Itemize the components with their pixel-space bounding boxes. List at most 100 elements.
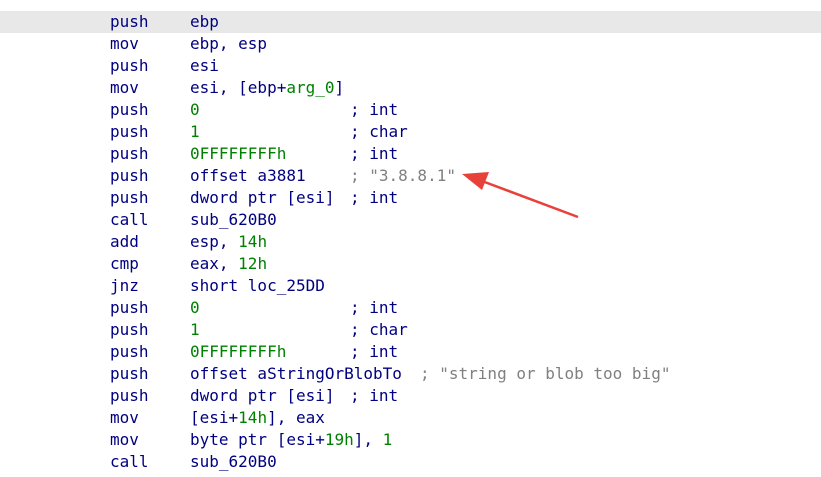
mnemonic: mov: [110, 78, 139, 97]
mnemonic: add: [110, 232, 139, 251]
code-line[interactable]: call sub_620B0: [0, 209, 821, 231]
type-comment: ; int: [350, 188, 399, 207]
operands: 0FFFFFFFFh: [190, 143, 286, 165]
operand-number: 1: [190, 122, 200, 141]
mnemonic: cmp: [110, 254, 139, 273]
type-comment: ; int: [350, 100, 399, 119]
operand-number: 0: [190, 298, 200, 317]
mnemonic: push: [110, 144, 149, 163]
mnemonic: push: [110, 56, 149, 75]
type-comment: ; int: [350, 144, 399, 163]
type-comment: ; int: [350, 342, 399, 361]
operands: byte ptr [esi+19h], 1: [190, 429, 392, 451]
type-comment: ; int: [350, 386, 399, 405]
operand-text: eax,: [190, 254, 239, 273]
mnemonic: mov: [110, 34, 139, 53]
operand-number: 14h: [238, 408, 268, 427]
mnemonic: mov: [110, 430, 139, 449]
operands: offset a3881: [190, 165, 306, 187]
operand-number: 12h: [238, 254, 268, 273]
operand-number: 0FFFFFFFFh: [190, 342, 287, 361]
code-line[interactable]: jnz short loc_25DD: [0, 275, 821, 297]
mnemonic: jnz: [110, 276, 139, 295]
operands: dword ptr [esi]: [190, 187, 335, 209]
operands: esp, 14h: [190, 231, 267, 253]
code-line[interactable]: push offset a3881 ; "3.8.8.1": [0, 165, 821, 187]
type-comment: ; char: [350, 320, 408, 339]
operand-number: 1: [190, 320, 200, 339]
mnemonic: call: [110, 452, 149, 471]
operand-text: ], eax: [267, 408, 325, 427]
type-comment: ; char: [350, 122, 408, 141]
operands: ebp: [190, 11, 219, 33]
operand-text: sub_620B0: [190, 210, 277, 229]
code-line[interactable]: push esi: [0, 55, 821, 77]
mnemonic: push: [110, 320, 149, 339]
operand-text: short loc_25DD: [190, 276, 325, 295]
operands: dword ptr [esi]: [190, 385, 335, 407]
operand-number: 14h: [238, 232, 268, 251]
code-line[interactable]: push 0FFFFFFFFh ; int: [0, 341, 821, 363]
operand-text: esi: [190, 56, 219, 75]
operands: [esi+14h], eax: [190, 407, 325, 429]
operand-number: 1: [382, 430, 393, 449]
mnemonic: push: [110, 342, 149, 361]
type-comment: ; int: [350, 298, 399, 317]
operands: 0: [190, 297, 200, 319]
string-comment: ; "3.8.8.1": [350, 166, 456, 185]
code-line[interactable]: mov esi, [ebp+arg_0]: [0, 77, 821, 99]
operands: 1: [190, 121, 200, 143]
code-line[interactable]: call sub_620B0: [0, 451, 821, 473]
code-line[interactable]: add esp, 14h: [0, 231, 821, 253]
code-line[interactable]: push 1 ; char: [0, 121, 821, 143]
code-line[interactable]: push 1 ; char: [0, 319, 821, 341]
operands: 0: [190, 99, 200, 121]
operands: ebp, esp: [190, 33, 267, 55]
operands: offset aStringOrBlobTo: [190, 363, 402, 385]
operand-text: esp,: [190, 232, 239, 251]
code-line[interactable]: push 0FFFFFFFFh ; int: [0, 143, 821, 165]
code-line[interactable]: push ebp: [0, 11, 821, 33]
code-line[interactable]: push offset aStringOrBlobTo ; "string or b…: [0, 363, 821, 385]
operand-text: byte ptr [esi+: [190, 430, 325, 449]
operands: 1: [190, 319, 200, 341]
code-line[interactable]: mov byte ptr [esi+19h], 1: [0, 429, 821, 451]
operand-number: 0: [190, 100, 200, 119]
string-comment: ; "string or blob too big": [420, 364, 671, 383]
code-line[interactable]: push 0 ; int: [0, 99, 821, 121]
operands: short loc_25DD: [190, 275, 325, 297]
code-line[interactable]: push 0 ; int: [0, 297, 821, 319]
operands: sub_620B0: [190, 209, 277, 231]
operand-text: offset a3881: [190, 166, 306, 185]
operands: eax, 12h: [190, 253, 267, 275]
mnemonic: push: [110, 298, 149, 317]
operand-number: arg_0: [286, 78, 335, 97]
operands: esi: [190, 55, 219, 77]
operand-text: ebp: [190, 12, 219, 31]
operands: 0FFFFFFFFh: [190, 341, 286, 363]
mnemonic: call: [110, 210, 149, 229]
operands: sub_620B0: [190, 451, 277, 473]
operand-text: ]: [334, 78, 345, 97]
code-line[interactable]: cmp eax, 12h: [0, 253, 821, 275]
operand-text: ],: [353, 430, 383, 449]
mnemonic: push: [110, 386, 149, 405]
mnemonic: mov: [110, 408, 139, 427]
code-line[interactable]: mov [esi+14h], eax: [0, 407, 821, 429]
mnemonic: push: [110, 364, 149, 383]
code-line[interactable]: push dword ptr [esi] ; int: [0, 385, 821, 407]
operand-text: [esi+: [190, 408, 239, 427]
code-line[interactable]: push dword ptr [esi] ; int: [0, 187, 821, 209]
operand-text: dword ptr [esi]: [190, 386, 335, 405]
mnemonic: push: [110, 122, 149, 141]
operand-number: 19h: [324, 430, 354, 449]
operand-text: ebp, esp: [190, 34, 268, 53]
code-line[interactable]: mov ebp, esp: [0, 33, 821, 55]
disassembly-listing: push ebp mov ebp, esp push esi mov esi, [ebp+ar…: [0, 11, 821, 473]
mnemonic: push: [110, 188, 149, 207]
mnemonic: push: [110, 12, 149, 31]
operand-number: 0FFFFFFFFh: [190, 144, 287, 163]
operand-text: esi, [ebp+: [190, 78, 287, 97]
operands: esi, [ebp+arg_0]: [190, 77, 344, 99]
mnemonic: push: [110, 100, 149, 119]
